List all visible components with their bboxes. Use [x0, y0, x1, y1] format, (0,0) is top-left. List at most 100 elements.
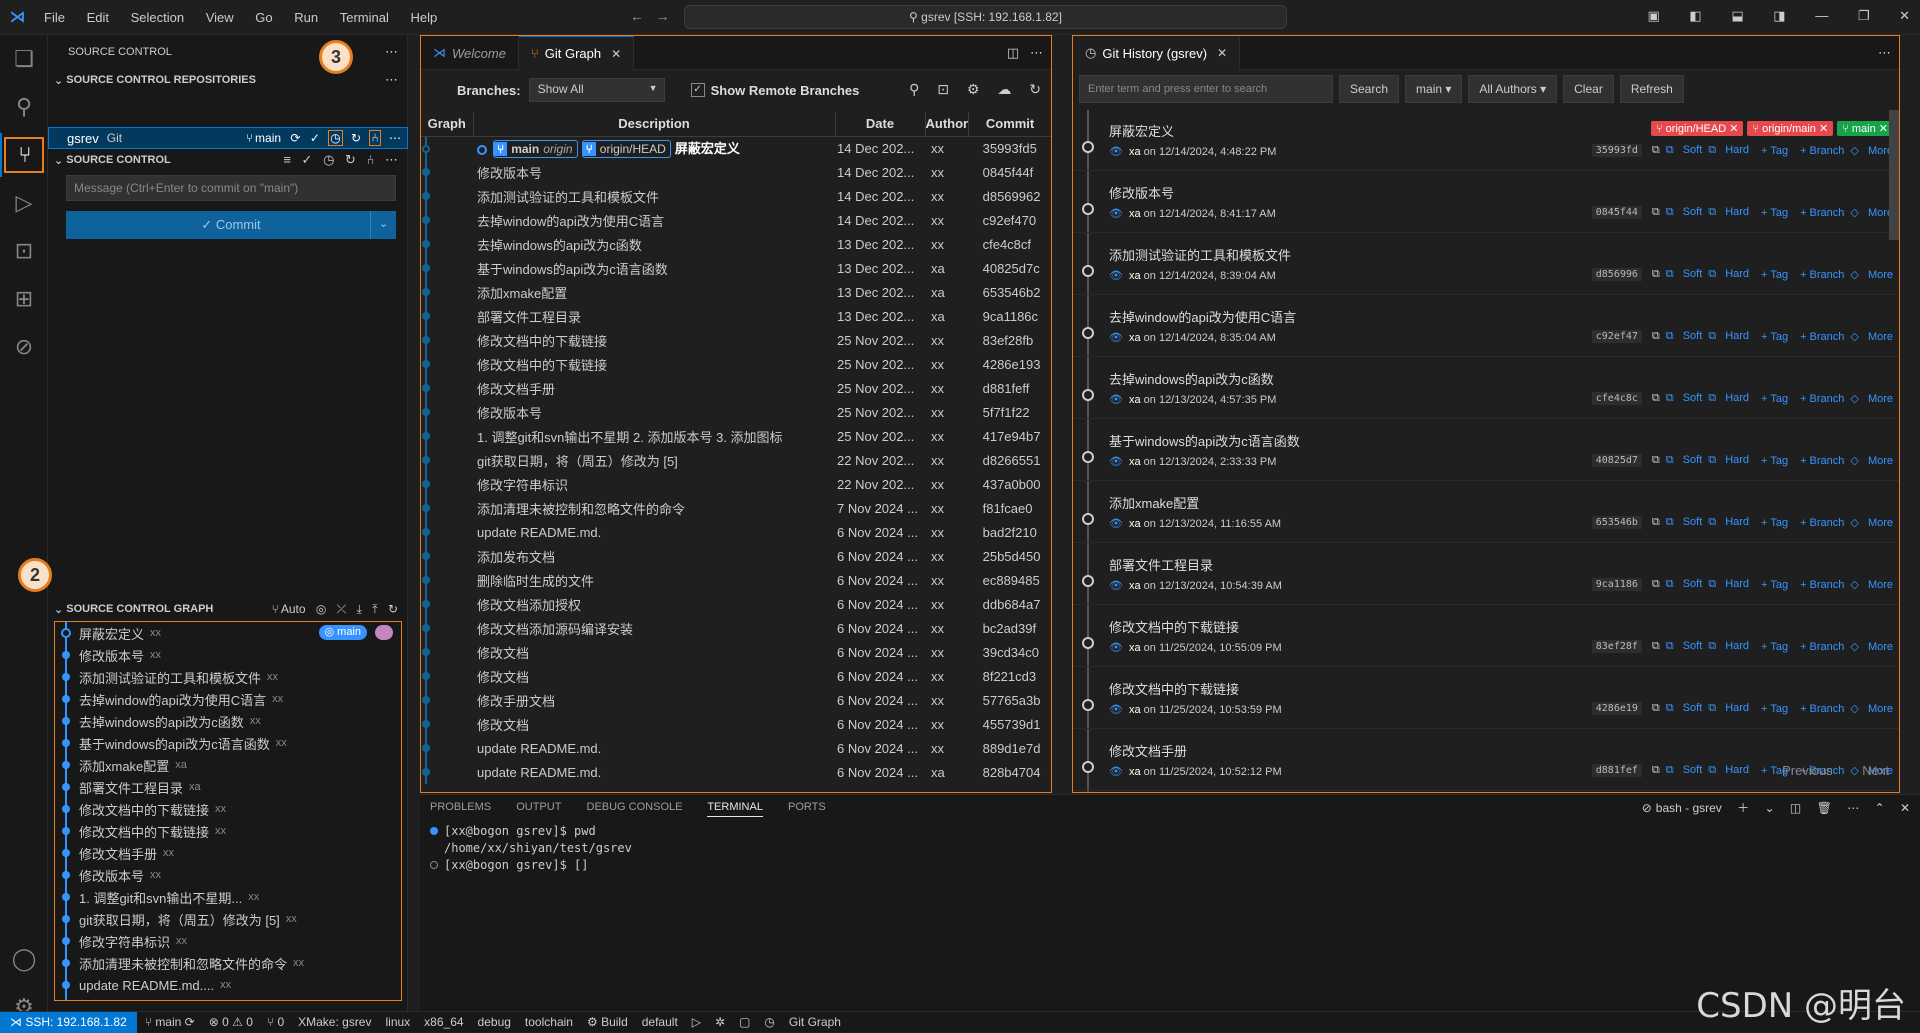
- history-action-hard[interactable]: ⧉ Hard: [1708, 392, 1749, 405]
- table-row[interactable]: 修改字符串标识 22 Nov 202... xx 437a0b00: [421, 472, 1051, 496]
- status-build[interactable]: ⚙ Build: [587, 1015, 628, 1029]
- history-action-hard[interactable]: ⧉ Hard: [1708, 268, 1749, 281]
- run-icon[interactable]: ▷: [692, 1015, 701, 1029]
- history-action-tag[interactable]: + Tag: [1755, 455, 1788, 467]
- copy-icon[interactable]: ⧉: [1652, 330, 1660, 343]
- more-actions-icon[interactable]: ⋯: [385, 44, 398, 60]
- status-mode[interactable]: debug: [478, 1015, 511, 1029]
- eye-icon[interactable]: 👁: [1109, 394, 1123, 406]
- history-action-more[interactable]: ◇ More: [1850, 206, 1893, 219]
- eye-icon[interactable]: 👁: [1109, 766, 1123, 778]
- history-action-hard[interactable]: ⧉ Hard: [1708, 578, 1749, 591]
- table-row[interactable]: 1. 调整git和svn输出不星期 2. 添加版本号 3. 添加图标 25 Nov…: [421, 424, 1051, 448]
- command-center[interactable]: ⚲ gsrev [SSH: 192.168.1.82]: [684, 5, 1287, 29]
- more-actions-icon[interactable]: ⋯: [1878, 45, 1891, 61]
- history-item[interactable]: 屏蔽宏定义 👁 xa on 12/14/2024, 4:48:22 PM ⑂ orig…: [1073, 110, 1899, 171]
- status-xmake-project[interactable]: XMake: gsrev: [298, 1015, 371, 1029]
- ref-badge[interactable]: ⑂ main ✕: [1837, 121, 1893, 136]
- menu-view[interactable]: View: [206, 10, 234, 25]
- view-as-tree-icon[interactable]: ≡: [283, 152, 291, 167]
- refresh-icon[interactable]: ↻: [345, 152, 356, 167]
- extensions-icon[interactable]: ⊞: [0, 277, 48, 321]
- source-control-icon[interactable]: ⑂: [0, 133, 48, 177]
- menu-terminal[interactable]: Terminal: [340, 10, 389, 25]
- status-platform[interactable]: linux: [385, 1015, 410, 1029]
- close-tab-icon[interactable]: ✕: [1217, 46, 1227, 60]
- graph-list-item[interactable]: 添加xmake配置 xa: [55, 754, 401, 776]
- eye-icon[interactable]: 👁: [1109, 642, 1123, 654]
- layout-icon[interactable]: ▣: [1648, 8, 1660, 23]
- more-actions-icon[interactable]: ⋯: [1030, 45, 1043, 60]
- branches-select[interactable]: Show All ▼: [528, 78, 665, 102]
- tab-terminal[interactable]: TERMINAL: [707, 801, 763, 817]
- column-graph[interactable]: Graph: [421, 112, 474, 137]
- history-action-hard[interactable]: ⧉ Hard: [1708, 516, 1749, 529]
- history-action-more[interactable]: ◇ More: [1850, 454, 1893, 467]
- tab-git-history[interactable]: ◷ Git History (gsrev) ✕: [1073, 36, 1241, 70]
- history-action-more[interactable]: ◇ More: [1850, 702, 1893, 715]
- git-graph-view-icon[interactable]: ⑃: [369, 130, 381, 146]
- history-action-branch[interactable]: + Branch: [1794, 145, 1844, 157]
- column-date[interactable]: Date: [835, 112, 926, 137]
- history-item[interactable]: 部署文件工程目录 👁 xa on 12/13/2024, 10:54:39 AM 9c…: [1073, 544, 1899, 605]
- column-description[interactable]: Description: [473, 112, 836, 137]
- history-action-hard[interactable]: ⧉ Hard: [1708, 764, 1749, 777]
- history-icon[interactable]: ◷: [764, 1015, 774, 1029]
- remove-ref-icon[interactable]: ✕: [1879, 123, 1888, 135]
- table-row[interactable]: 删除临时生成的文件 6 Nov 2024 ... xx ec889485: [421, 568, 1051, 592]
- maximize-panel-icon[interactable]: ⌃: [1875, 801, 1885, 815]
- new-terminal-icon[interactable]: ＋: [1737, 801, 1749, 815]
- history-commit-title[interactable]: 基于windows的api改为c语言函数: [1109, 431, 1300, 450]
- history-action-tag[interactable]: + Tag: [1755, 579, 1788, 591]
- history-action-tag[interactable]: + Tag: [1755, 269, 1788, 281]
- history-commit-title[interactable]: 屏蔽宏定义: [1109, 121, 1174, 140]
- graph-list-item[interactable]: 修改文档中的下载链接 xx: [55, 820, 401, 842]
- tab-welcome[interactable]: ⋊ Welcome: [421, 36, 519, 70]
- menu-selection[interactable]: Selection: [131, 10, 184, 25]
- history-action-hard[interactable]: ⧉ Hard: [1708, 206, 1749, 219]
- history-action-tag[interactable]: + Tag: [1755, 703, 1788, 715]
- history-sha[interactable]: c92ef47: [1591, 330, 1642, 343]
- history-action-more[interactable]: ◇ More: [1850, 330, 1893, 343]
- table-row[interactable]: update README.md. 6 Nov 2024 ... xx bad2f21…: [421, 520, 1051, 544]
- copy-icon[interactable]: ⧉: [1652, 702, 1660, 715]
- history-sha[interactable]: 9ca1186: [1591, 578, 1642, 591]
- table-row[interactable]: 修改手册文档 6 Nov 2024 ... xx 57765a3b: [421, 688, 1051, 712]
- history-action-more[interactable]: ◇ More: [1850, 640, 1893, 653]
- history-commit-title[interactable]: 去掉windows的api改为c函数: [1109, 369, 1274, 388]
- history-commit-title[interactable]: 修改文档手册: [1109, 741, 1187, 760]
- eye-icon[interactable]: 👁: [1109, 146, 1123, 158]
- graph-list-item[interactable]: 修改版本号 xx: [55, 644, 401, 666]
- menu-edit[interactable]: Edit: [87, 10, 109, 25]
- copy-icon[interactable]: ⧉: [1652, 392, 1660, 405]
- eye-icon[interactable]: 👁: [1109, 456, 1123, 468]
- scrollbar[interactable]: [1889, 110, 1899, 240]
- graph-list-item[interactable]: 修改文档手册 xx: [55, 842, 401, 864]
- history-action-soft[interactable]: ⧉ Soft: [1666, 454, 1703, 467]
- table-row[interactable]: ⑂ main origin ⑂ origin/HEAD 屏蔽宏定义 14 Dec 202..…: [421, 136, 1051, 160]
- eye-icon[interactable]: 👁: [1109, 704, 1123, 716]
- history-action-soft[interactable]: ⧉ Soft: [1666, 516, 1703, 529]
- refresh-icon[interactable]: ↻: [351, 131, 361, 145]
- debug-icon[interactable]: ✲: [715, 1015, 725, 1029]
- graph-list-item[interactable]: 修改字符串标识 xx: [55, 930, 401, 952]
- history-action-branch[interactable]: + Branch: [1794, 579, 1844, 591]
- table-row[interactable]: 去掉window的api改为使用C语言 14 Dec 202... xx c92ef4…: [421, 208, 1051, 232]
- history-commit-title[interactable]: 添加测试验证的工具和模板文件: [1109, 245, 1291, 264]
- table-row[interactable]: 修改文档 6 Nov 2024 ... xx 455739d1: [421, 712, 1051, 736]
- toggle-panel-icon[interactable]: ⬓: [1731, 8, 1743, 23]
- back-arrow-icon[interactable]: ←: [630, 8, 644, 24]
- account-icon[interactable]: ◯: [0, 937, 48, 981]
- graph-list-item[interactable]: 添加测试验证的工具和模板文件 xx: [55, 666, 401, 688]
- branch-select[interactable]: main ▾: [1405, 75, 1463, 103]
- repo-branch[interactable]: main: [255, 131, 281, 145]
- table-row[interactable]: 修改文档中的下载链接 25 Nov 202... xx 4286e193: [421, 352, 1051, 376]
- table-row[interactable]: 去掉windows的api改为c函数 13 Dec 202... xx cfe4c8c…: [421, 232, 1051, 256]
- remove-ref-icon[interactable]: ✕: [1819, 123, 1828, 135]
- ref-badge[interactable]: ⑂ origin/main ✕: [1747, 121, 1834, 136]
- copy-icon[interactable]: ⧉: [1652, 454, 1660, 467]
- history-action-tag[interactable]: + Tag: [1755, 207, 1788, 219]
- history-action-hard[interactable]: ⧉ Hard: [1708, 330, 1749, 343]
- table-row[interactable]: 修改文档手册 25 Nov 202... xx d881feff: [421, 376, 1051, 400]
- history-action-branch[interactable]: + Branch: [1794, 331, 1844, 343]
